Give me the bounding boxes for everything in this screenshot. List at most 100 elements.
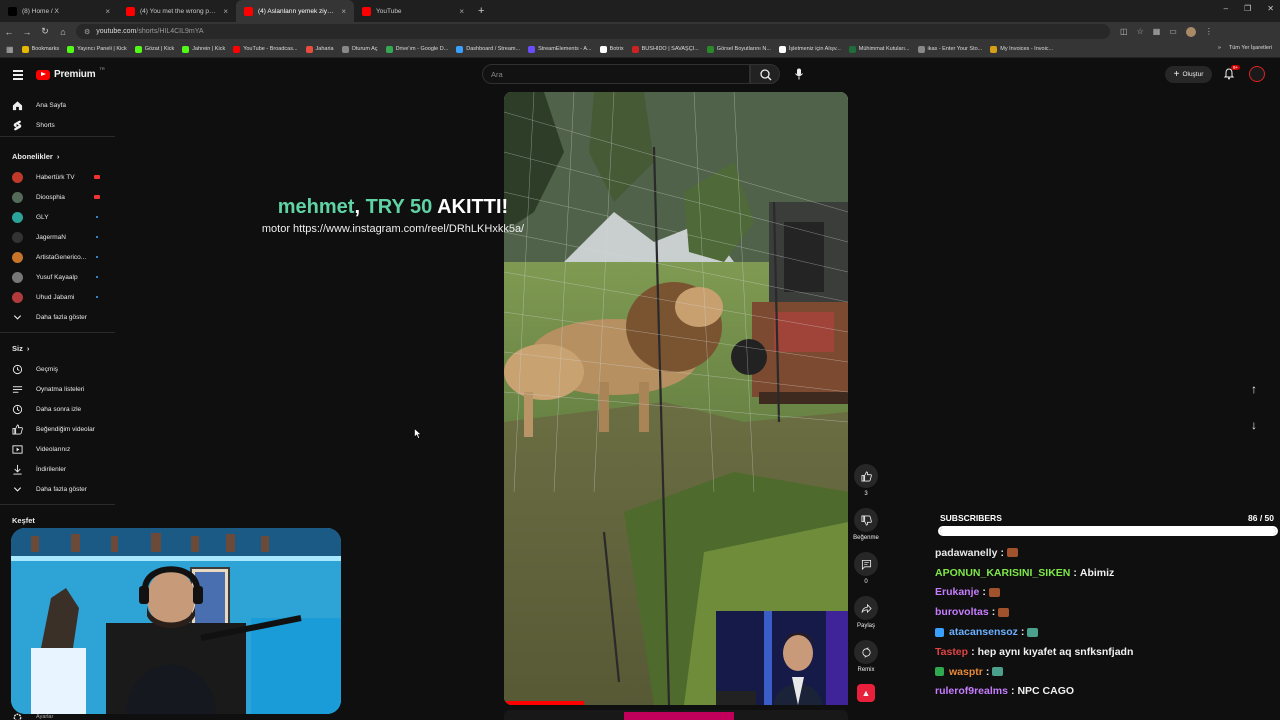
bookmark-item[interactable]: Oturum Aç [341, 45, 378, 53]
bookmark-item[interactable]: Gözat | Kick [134, 45, 174, 53]
sidebar-item-clock-label: Daha sonra izle [36, 405, 82, 413]
bookmark-item[interactable]: Yayıncı Paneli | Kick [67, 45, 127, 53]
browser-tab[interactable]: YouTube × [354, 0, 472, 22]
bookmark-item[interactable]: Görsel Boyutlarını N... [706, 45, 771, 53]
site-info-icon[interactable]: ⚙ [84, 28, 90, 36]
new-content-dot-icon [96, 216, 98, 218]
bookmark-item[interactable]: Jaharia [305, 45, 334, 53]
extension-icon[interactable]: ▦ [1153, 27, 1161, 37]
dislike-action[interactable]: Beğenme [853, 508, 879, 541]
browser-tab[interactable]: (4) Aslanların yemek ziyareti × [236, 0, 354, 22]
search-button[interactable] [750, 64, 780, 84]
user-avatar[interactable] [1249, 66, 1265, 82]
chat-username[interactable]: Tastep [935, 646, 968, 658]
subscription-channel[interactable]: Dioosphia [12, 190, 112, 204]
like-action[interactable]: 3 [853, 464, 879, 497]
url-field[interactable]: ⚙ youtube.com/shorts/HIL4CIL9mYA [76, 24, 1110, 39]
next-short-arrow-icon[interactable]: ↓ [1245, 418, 1263, 436]
tab-close-icon[interactable]: × [459, 7, 464, 16]
sidebar-item-like[interactable]: Beğendiğim videolar [12, 422, 112, 436]
bookmark-item[interactable]: Dashboard / Stream... [456, 45, 520, 53]
tab-close-icon[interactable]: × [341, 7, 346, 16]
sidebar-divider [0, 136, 115, 137]
subscription-channel[interactable]: JagermaN [12, 230, 112, 244]
subscription-channel[interactable]: GLY [12, 210, 112, 224]
donation-sep: , [354, 196, 366, 218]
logo-text: Premium [54, 69, 96, 80]
restore-icon[interactable]: ❐ [1244, 4, 1251, 13]
subscription-channel[interactable]: Yusuf Kayaalp [12, 270, 112, 284]
sound-thumbnail-icon[interactable]: ▲ [857, 684, 875, 702]
bookmarks-overflow-icon[interactable]: » [1218, 45, 1221, 51]
chat-username[interactable]: burovoltas [935, 606, 989, 618]
minimize-icon[interactable]: – [1224, 4, 1228, 13]
tab-close-icon[interactable]: × [223, 7, 228, 16]
show-more-you[interactable]: Daha fazla göster [12, 482, 112, 496]
new-tab-icon[interactable]: + [478, 5, 484, 17]
search-input[interactable]: Ara [482, 64, 750, 84]
next-short-preview[interactable] [504, 710, 848, 720]
channel-avatar [12, 271, 23, 283]
sidepanel-icon[interactable]: ▭ [1169, 27, 1177, 37]
chat-message: padawanelly: [935, 543, 1275, 563]
create-button[interactable]: + Oluştur [1165, 66, 1212, 83]
star-icon[interactable]: ☆ [1137, 27, 1144, 37]
bookmark-item[interactable]: StreamElements - A... [528, 45, 592, 53]
chat-username[interactable]: wasptr [949, 666, 983, 678]
sidebar-item-clock[interactable]: Daha sonra izle [12, 402, 112, 416]
subscriptions-heading[interactable]: Abonelikler › [12, 152, 59, 161]
chat-username[interactable]: padawanelly [935, 547, 997, 559]
hamburger-menu-icon[interactable] [13, 70, 23, 82]
close-window-icon[interactable]: ✕ [1267, 4, 1274, 13]
youtube-logo[interactable]: Premium TR [36, 66, 105, 80]
bookmark-item[interactable]: ikas - Enter Your Sto... [917, 45, 982, 53]
chat-username[interactable]: rulerof9realms [935, 685, 1008, 697]
bookmark-item[interactable]: Drive'ım - Google D... [385, 45, 448, 53]
subscription-channel[interactable]: Uhud Jabami [12, 290, 112, 304]
subscription-channel[interactable]: Habertürk TV [12, 170, 112, 184]
bookmark-item[interactable]: İşletmeniz için Alışv... [778, 45, 841, 53]
bookmark-item[interactable]: Botrix [599, 45, 624, 53]
sidebar-item-home[interactable]: Ana Sayfa [12, 98, 112, 112]
install-icon[interactable]: ◫ [1120, 27, 1128, 37]
share-action[interactable]: Paylaş [853, 596, 879, 629]
home-browser-icon[interactable]: ⌂ [54, 27, 72, 37]
you-heading[interactable]: Siz › [12, 344, 29, 353]
reload-icon[interactable]: ↻ [36, 26, 54, 37]
sidebar-item-history[interactable]: Geçmiş [12, 362, 112, 376]
menu-kebab-icon[interactable]: ⋮ [1205, 27, 1213, 37]
microphone-icon[interactable] [794, 68, 804, 80]
sidebar-item-video[interactable]: Videolarınız [12, 442, 112, 456]
comments-action[interactable]: 0 [853, 552, 879, 585]
show-more-subscriptions[interactable]: Daha fazla göster [12, 310, 112, 324]
forward-icon[interactable]: → [18, 27, 36, 37]
previous-short-arrow-icon[interactable]: ↑ [1245, 382, 1263, 400]
chat-username[interactable]: APONUN_KARISINI_SIKEN [935, 567, 1070, 579]
sidebar-item-playlist[interactable]: Oynatma listeleri [12, 382, 112, 396]
bookmark-item[interactable]: BUSHIDO | SAVAŞÇI... [631, 45, 699, 53]
profile-avatar[interactable] [1185, 26, 1196, 37]
tab-close-icon[interactable]: × [105, 7, 110, 16]
browser-tab[interactable]: (4) You met the wrong person × [118, 0, 236, 22]
chat-username[interactable]: atacansensoz [949, 626, 1018, 638]
bookmark-item[interactable]: Mühimmat Kutuları... [848, 45, 910, 53]
back-icon[interactable]: ← [0, 27, 18, 37]
remix-action[interactable]: Remix [853, 640, 879, 673]
bookmark-label: Oturum Aç [351, 46, 378, 52]
bookmark-item[interactable]: My Invoices - Invoic... [990, 45, 1053, 53]
remix-icon [861, 646, 871, 658]
browser-tab[interactable]: (8) Home / X × [0, 0, 118, 22]
sidebar-item-download[interactable]: İndirilenler [12, 462, 112, 476]
apps-grid-icon[interactable]: ▦ [6, 45, 14, 54]
bookmark-item[interactable]: Bookmarks [21, 45, 59, 53]
channel-avatar [12, 191, 23, 203]
bookmark-item[interactable]: YouTube - Broadcas... [233, 45, 298, 53]
bookmark-item[interactable]: Jahrein | Kick [182, 45, 225, 53]
all-bookmarks-folder[interactable]: Tüm Yer İşaretleri [1229, 45, 1272, 51]
stream-chat: padawanelly: APONUN_KARISINI_SIKEN: Abimiz… [935, 543, 1275, 701]
chat-username[interactable]: Erukanje [935, 586, 979, 598]
subscription-channel[interactable]: ArtistaGenerico... [12, 250, 112, 264]
chat-message: APONUN_KARISINI_SIKEN: Abimiz [935, 563, 1275, 583]
sidebar-item-shorts[interactable]: Shorts [12, 118, 112, 132]
chat-message: Erukanje: [935, 583, 1275, 603]
